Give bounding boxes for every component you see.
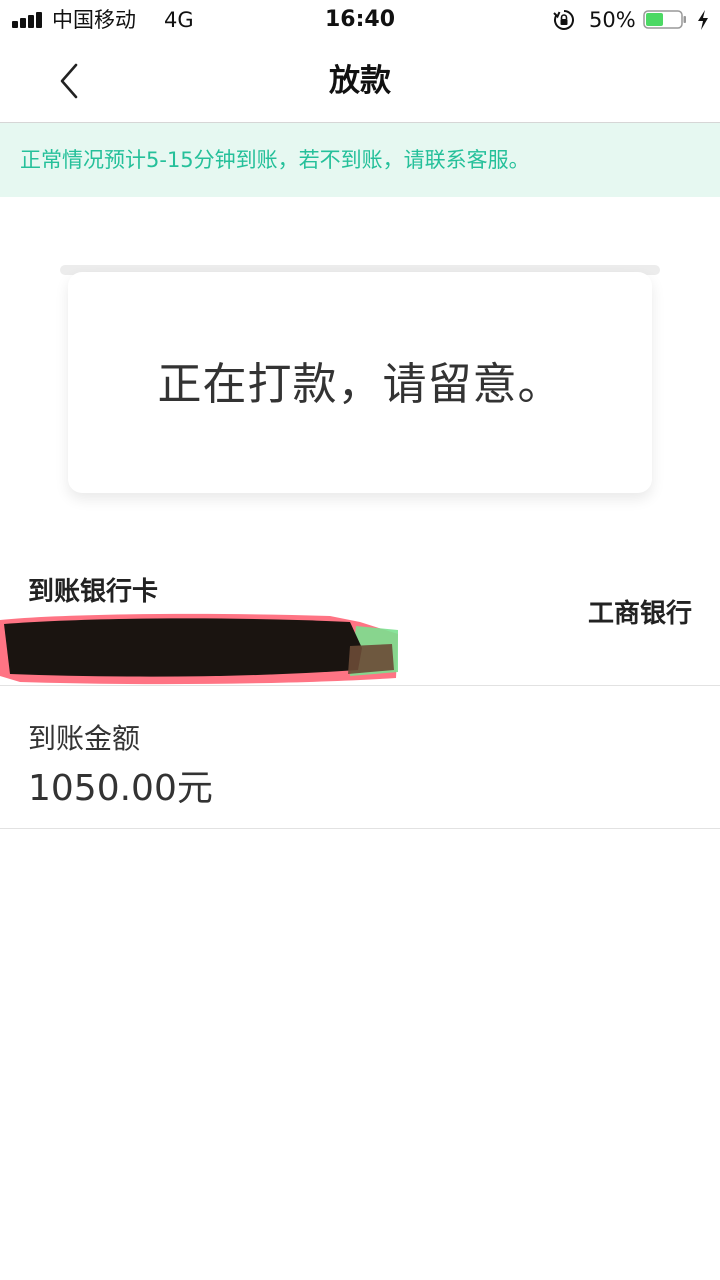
notice-text: 正常情况预计5-15分钟到账，若不到账，请联系客服。 — [20, 148, 530, 172]
amount-label: 到账金额 — [28, 722, 141, 755]
amount-value: 1050.00元 — [28, 768, 213, 809]
rotation-lock-icon — [553, 10, 574, 30]
status-bar: 中国移动 4G 16:40 50% — [0, 0, 720, 40]
bank-name: 工商银行 — [587, 599, 692, 629]
amount-row: 到账金额 1050.00元 — [0, 686, 720, 829]
notice-banner: 正常情况预计5-15分钟到账，若不到账，请联系客服。 — [0, 123, 720, 197]
page-title: 放款 — [329, 63, 391, 99]
status-message: 正在打款，请留意。 — [157, 359, 563, 410]
charging-bolt-icon — [698, 10, 708, 30]
navigation-bar: 放款 — [0, 40, 720, 123]
battery-percentage: 50% — [589, 8, 636, 32]
redacted-card-number — [0, 613, 398, 685]
status-card: 正在打款，请留意。 — [68, 272, 652, 493]
bank-card-label: 到账银行卡 — [28, 577, 159, 607]
battery-icon — [643, 10, 686, 29]
bank-card-row: 到账银行卡 工商银行 — [0, 560, 720, 686]
